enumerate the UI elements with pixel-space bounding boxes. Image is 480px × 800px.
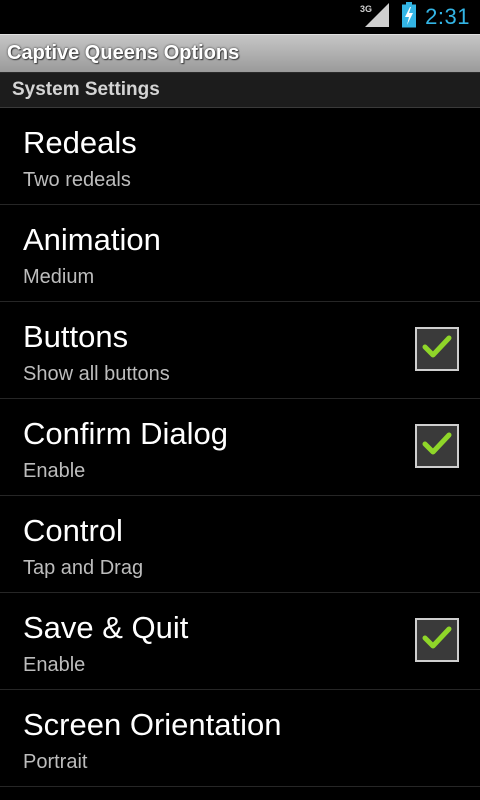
clock: 2:31 (425, 4, 470, 29)
confirm-dialog-checkbox[interactable] (415, 424, 459, 468)
checkmark-icon (422, 334, 452, 364)
category-header: System Settings (0, 72, 480, 108)
status-bar: 3G 2:31 (0, 0, 480, 34)
preference-title: Confirm Dialog (23, 416, 229, 451)
preference-summary: Two redeals (23, 169, 131, 191)
battery-charging-icon (401, 2, 417, 32)
preference-title: Redeals (23, 125, 137, 160)
preference-title: Buttons (23, 319, 129, 354)
preference-redeals[interactable]: Redeals Two redeals (0, 108, 480, 205)
title-bar: Captive Queens Options (0, 34, 480, 72)
preference-screen-orientation[interactable]: Screen Orientation Portrait (0, 690, 480, 787)
preference-title: Screen Orientation (23, 707, 282, 742)
buttons-checkbox[interactable] (415, 327, 459, 371)
preference-control[interactable]: Control Tap and Drag (0, 496, 480, 593)
preference-animation[interactable]: Animation Medium (0, 205, 480, 302)
preference-save-quit[interactable]: Save & Quit Enable (0, 593, 480, 690)
status-icons: 2:31 (365, 0, 470, 34)
checkmark-icon (422, 625, 452, 655)
preference-title: Save & Quit (23, 610, 189, 645)
preference-title: Animation (23, 222, 161, 257)
preference-list: Redeals Two redeals Animation Medium But… (0, 108, 480, 787)
preference-summary: Medium (23, 266, 95, 288)
category-title: System Settings (12, 79, 160, 100)
preference-title: Control (23, 513, 123, 548)
save-quit-checkbox[interactable] (415, 618, 459, 662)
preference-summary: Portrait (23, 751, 88, 773)
preference-confirm-dialog[interactable]: Confirm Dialog Enable (0, 399, 480, 496)
preference-summary: Enable (23, 654, 86, 676)
page-title: Captive Queens Options (7, 42, 240, 64)
preference-summary: Enable (23, 460, 86, 482)
checkmark-icon (422, 431, 452, 461)
signal-icon (365, 3, 390, 31)
preference-summary: Show all buttons (23, 363, 170, 385)
preference-summary: Tap and Drag (23, 557, 144, 579)
preference-buttons[interactable]: Buttons Show all buttons (0, 302, 480, 399)
